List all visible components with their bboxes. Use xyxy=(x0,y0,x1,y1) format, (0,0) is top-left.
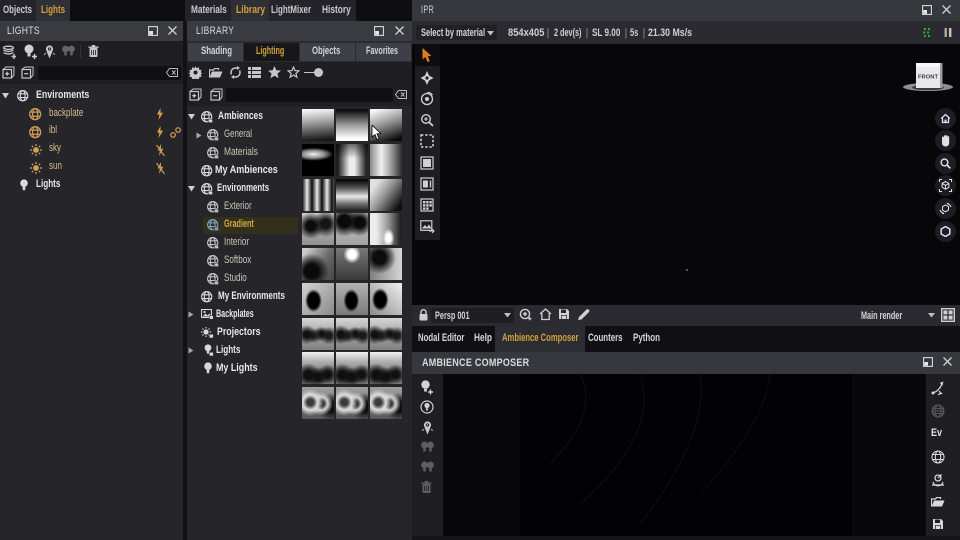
svg-text:FRONT: FRONT xyxy=(918,75,938,81)
